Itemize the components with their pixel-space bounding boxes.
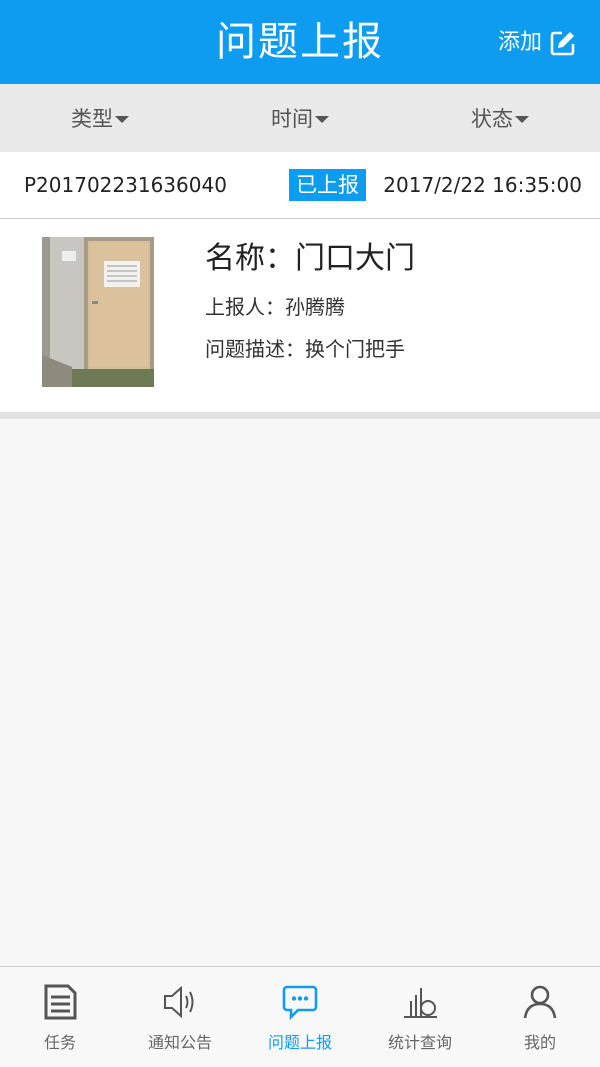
report-reporter: 上报人：孙腾腾	[205, 295, 345, 319]
edit-icon	[550, 30, 576, 56]
report-id: P201702231636040	[24, 173, 227, 197]
statistics-icon	[404, 988, 437, 1018]
filter-type[interactable]: 类型	[0, 84, 200, 152]
tab-statistics[interactable]: 统计查询	[360, 967, 480, 1067]
report-card[interactable]: P201702231636040 已上报 2017/2/22 16:35:00	[0, 152, 600, 412]
report-info: 名称：门口大门 上报人：孙腾腾 问题描述：换个门把手	[205, 239, 415, 363]
tab-tasks[interactable]: 任务	[0, 967, 120, 1067]
speaker-icon	[164, 985, 194, 1019]
list-divider	[0, 412, 600, 419]
bottom-tab-bar: 任务 通知公告 问题上报 统计查询 我的	[0, 966, 600, 1067]
app-header: 问题上报 添加	[0, 0, 600, 84]
caret-down-icon	[515, 115, 529, 123]
add-button-label: 添加	[497, 30, 542, 55]
filter-type-label: 类型	[71, 107, 113, 131]
report-body[interactable]: 名称：门口大门 上报人：孙腾腾 问题描述：换个门把手	[0, 219, 600, 412]
filter-status-label: 状态	[471, 107, 513, 131]
tab-issue-report[interactable]: 问题上报	[240, 967, 360, 1067]
tab-tasks-label: 任务	[43, 1033, 76, 1052]
filter-time[interactable]: 时间	[200, 84, 400, 152]
filter-status[interactable]: 状态	[400, 84, 600, 152]
report-time: 2017/2/22 16:35:00	[383, 173, 582, 197]
user-icon	[523, 985, 557, 1019]
report-header: P201702231636040 已上报 2017/2/22 16:35:00	[0, 152, 600, 219]
caret-down-icon	[315, 115, 329, 123]
tab-notices[interactable]: 通知公告	[120, 967, 240, 1067]
report-description: 问题描述：换个门把手	[205, 337, 405, 361]
tab-statistics-label: 统计查询	[387, 1033, 452, 1052]
add-button[interactable]: 添加	[498, 28, 576, 58]
document-icon	[44, 984, 77, 1020]
chat-bubble-icon	[282, 985, 318, 1021]
report-name: 名称：门口大门	[205, 241, 415, 276]
tab-issue-report-label: 问题上报	[267, 1033, 332, 1052]
status-badge: 已上报	[289, 169, 366, 201]
caret-down-icon	[115, 115, 129, 123]
report-photo[interactable]	[42, 237, 154, 387]
filter-bar: 类型 时间 状态	[0, 84, 600, 153]
tab-notices-label: 通知公告	[147, 1033, 212, 1052]
filter-time-label: 时间	[271, 107, 313, 131]
tab-profile-label: 我的	[523, 1033, 556, 1052]
tab-profile[interactable]: 我的	[480, 967, 600, 1067]
